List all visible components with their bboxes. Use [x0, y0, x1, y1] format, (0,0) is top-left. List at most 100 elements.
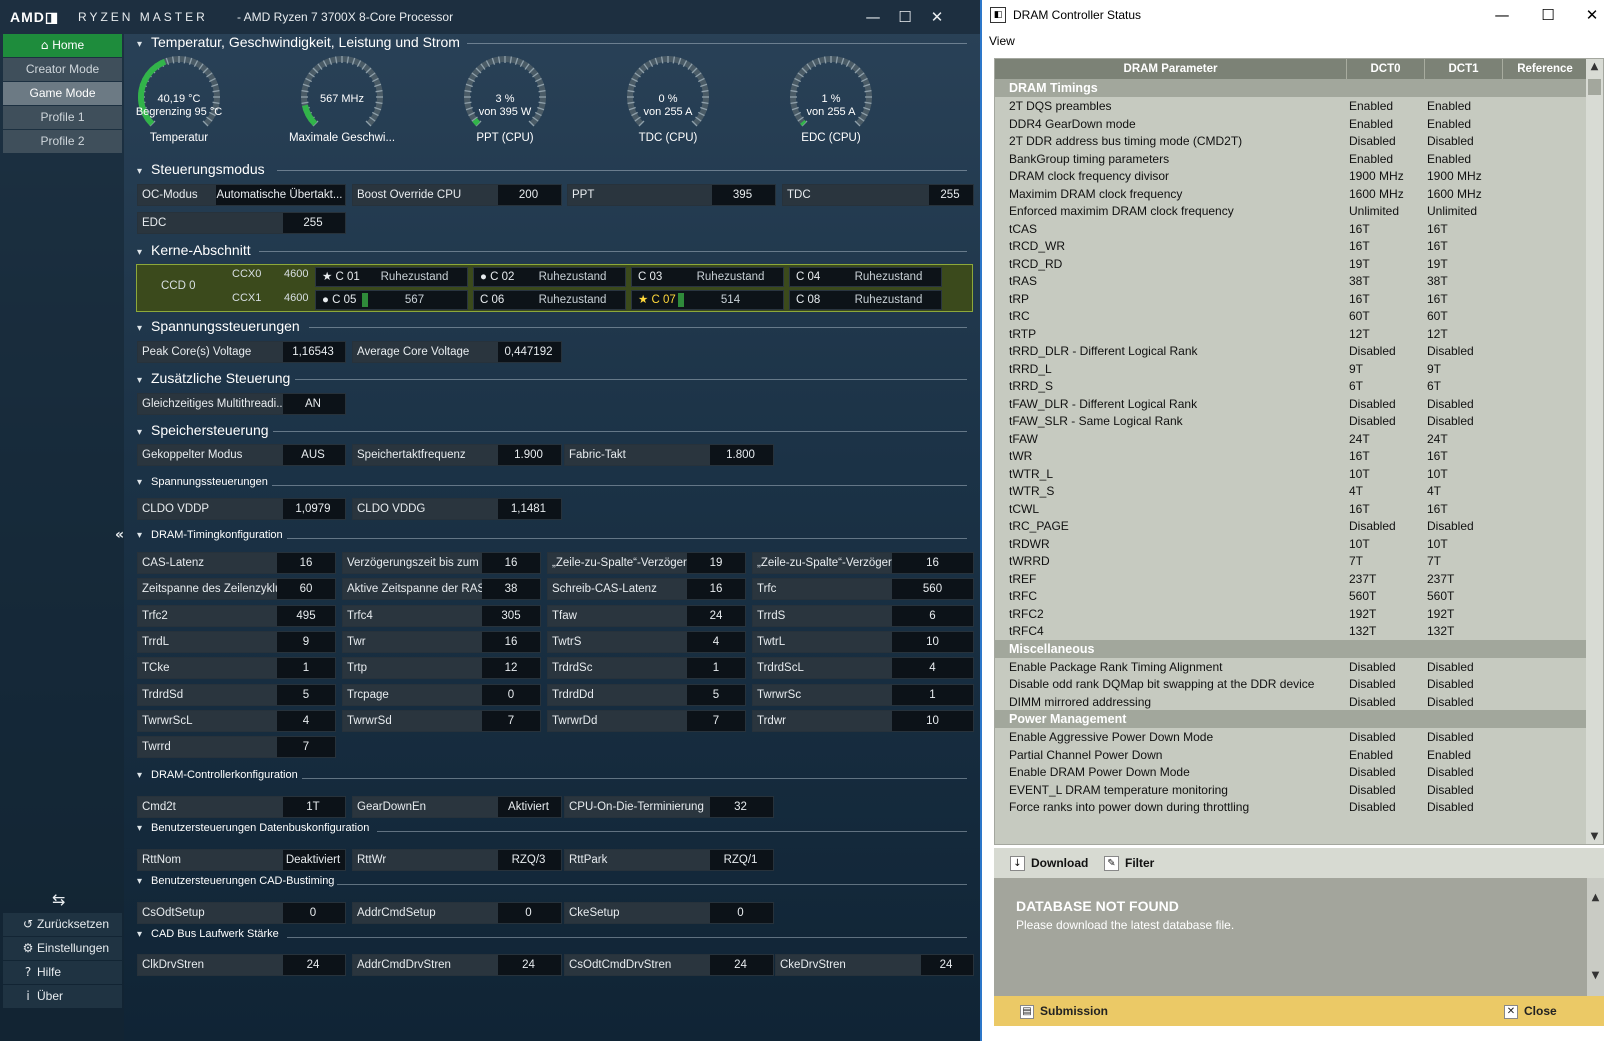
grid-row[interactable]: tCAS 16T 16T [995, 220, 1587, 238]
help-button[interactable]: ? Hilfe [3, 961, 122, 984]
col-dct1[interactable]: DCT1 [1425, 59, 1503, 79]
section-memory[interactable]: ▾ Speichersteuerung [137, 422, 967, 440]
nav-creator-mode[interactable]: Creator Mode [3, 58, 122, 81]
grid-row[interactable]: Partial Channel Power Down Enabled Enabled [995, 746, 1587, 764]
download-button[interactable]: ↓ Download [1010, 848, 1088, 878]
timing-field[interactable]: Tfaw 24 [547, 605, 746, 627]
addrcmdsetup-field[interactable]: AddrCmdSetup 0 [352, 902, 562, 924]
csodtsetup-field[interactable]: CsOdtSetup 0 [137, 902, 346, 924]
grid-row[interactable]: tRAS 38T 38T [995, 272, 1587, 290]
section-voltage[interactable]: ▾ Spannungssteuerungen [137, 318, 967, 336]
timing-field[interactable]: TwtrS 4 [547, 631, 746, 653]
grid-row[interactable]: DRAM clock frequency divisor 1900 MHz 1900… [995, 167, 1587, 185]
timing-field[interactable]: Trfc 560 [752, 578, 974, 600]
maximize-icon[interactable]: ☐ [892, 6, 918, 28]
grid-row[interactable]: tRFC2 192T 192T [995, 605, 1587, 623]
timing-field[interactable]: TwrwrSc 1 [752, 684, 974, 706]
grid-row[interactable]: tCWL 16T 16T [995, 500, 1587, 518]
edc-field[interactable]: EDC 255 [137, 212, 346, 234]
col-reference[interactable]: Reference [1503, 59, 1587, 79]
message-scrollbar[interactable]: ▲ ▼ [1587, 878, 1604, 996]
vddg-field[interactable]: CLDO VDDG 1,1481 [352, 498, 562, 520]
settings-button[interactable]: ⚙ Einstellungen [3, 937, 122, 960]
timing-field[interactable]: Schreib-CAS-Latenz 16 [547, 578, 746, 600]
coupled-mode-field[interactable]: Gekoppelter Modus AUS [137, 444, 346, 466]
grid-row[interactable]: Enable DRAM Power Down Mode Disabled Disab… [995, 763, 1587, 781]
timing-field[interactable]: TrdrdSc 1 [547, 657, 746, 679]
grid-row[interactable]: tWRRD 7T 7T [995, 552, 1587, 570]
smt-field[interactable]: Gleichzeitiges Multithreadi... AN [137, 393, 346, 415]
timing-field[interactable]: TwrwrDd 7 [547, 710, 746, 732]
timing-field[interactable]: TrdrdDd 5 [547, 684, 746, 706]
col-parameter[interactable]: DRAM Parameter [995, 59, 1347, 79]
section-cores[interactable]: ▾ Kerne-Abschnitt [137, 242, 967, 260]
timing-field[interactable]: TwtrL 10 [752, 631, 974, 653]
vddp-field[interactable]: CLDO VDDP 1,0979 [137, 498, 346, 520]
timing-field[interactable]: Verzögerungszeit bis zum ... 16 [342, 552, 541, 574]
csodtcmddrvstren-field[interactable]: CsOdtCmdDrvStren 24 [564, 954, 774, 976]
timing-field[interactable]: TrdrdSd 5 [137, 684, 336, 706]
grid-scrollbar[interactable]: ▲ ▼ [1586, 59, 1603, 844]
timing-field[interactable]: Twr 16 [342, 631, 541, 653]
rttnom-field[interactable]: RttNom Deaktiviert [137, 849, 346, 871]
nav-profile-2[interactable]: Profile 2 [3, 130, 122, 153]
ckesetup-field[interactable]: CkeSetup 0 [564, 902, 774, 924]
core-5[interactable]: ● C 05 567 [315, 290, 468, 310]
timing-field[interactable]: Trdwr 10 [752, 710, 974, 732]
grid-row[interactable]: tRRD_S 6T 6T [995, 377, 1587, 395]
reset-button[interactable]: ↺ Zurücksetzen [3, 913, 122, 936]
timing-field[interactable]: TrrdL 9 [137, 631, 336, 653]
grid-row[interactable]: DIMM mirrored addressing Disabled Disabled [995, 693, 1587, 711]
core-1[interactable]: ★ C 01 Ruhezustand [315, 267, 468, 287]
menu-view[interactable]: View [989, 34, 1015, 48]
clkdrvstren-field[interactable]: ClkDrvStren 24 [137, 954, 346, 976]
timing-field[interactable]: Trfc2 495 [137, 605, 336, 627]
grid-row[interactable]: tWTR_L 10T 10T [995, 465, 1587, 483]
grid-row[interactable]: tREF 237T 237T [995, 570, 1587, 588]
core-3[interactable]: C 03 Ruhezustand [631, 267, 784, 287]
section-mem-voltage[interactable]: ▾ Spannungssteuerungen [137, 476, 967, 494]
core-6[interactable]: C 06 Ruhezustand [473, 290, 626, 310]
timing-field[interactable]: TwrwrSd 7 [342, 710, 541, 732]
timing-field[interactable]: Zeitspanne des Zeilenzyklus 60 [137, 578, 336, 600]
timing-field[interactable]: Trcpage 0 [342, 684, 541, 706]
grid-row[interactable]: tWTR_S 4T 4T [995, 482, 1587, 500]
close-button[interactable]: ✕ Close [1504, 996, 1557, 1026]
collapse-panel-icon[interactable]: « [115, 527, 131, 543]
grid-row[interactable]: tRRD_DLR - Different Logical Rank Disable… [995, 342, 1587, 360]
scroll-up-icon[interactable]: ▲ [1586, 61, 1603, 72]
grid-row[interactable]: Maximim DRAM clock frequency 1600 MHz 1600… [995, 185, 1587, 203]
grid-row[interactable]: tFAW_DLR - Different Logical Rank Disable… [995, 395, 1587, 413]
grid-row[interactable]: tRP 16T 16T [995, 290, 1587, 308]
core-7[interactable]: ★ C 07 514 [631, 290, 784, 310]
scroll-up-icon[interactable]: ▲ [1587, 892, 1604, 903]
timing-field[interactable]: CAS-Latenz 16 [137, 552, 336, 574]
grid-row[interactable]: BankGroup timing parameters Enabled Enable… [995, 150, 1587, 168]
timing-field[interactable]: „Zeile-zu-Spalte“-Verzöger... 16 [752, 552, 974, 574]
nav-home[interactable]: ⌂ Home [3, 34, 122, 57]
grid-row[interactable]: tRFC4 132T 132T [995, 622, 1587, 640]
grid-row[interactable]: 2T DDR address bus timing mode (CMD2T) Di… [995, 132, 1587, 150]
tdc-field[interactable]: TDC 255 [782, 184, 974, 206]
section-additional[interactable]: ▾ Zusätzliche Steuerung [137, 370, 967, 388]
nav-game-mode[interactable]: Game Mode [3, 82, 122, 105]
procodt-field[interactable]: CPU-On-Die-Terminierung 32 [564, 796, 774, 818]
addrcmddrvstren-field[interactable]: AddrCmdDrvStren 24 [352, 954, 562, 976]
timing-field[interactable]: Trtp 12 [342, 657, 541, 679]
grid-row[interactable]: tRCD_RD 19T 19T [995, 255, 1587, 273]
core-2[interactable]: ● C 02 Ruhezustand [473, 267, 626, 287]
timing-field[interactable]: Trfc4 305 [342, 605, 541, 627]
core-8[interactable]: C 08 Ruhezustand [789, 290, 942, 310]
oc-mode-field[interactable]: OC-Modus Automatische Übertakt... [137, 184, 346, 206]
grid-row[interactable]: DDR4 GearDown mode Enabled Enabled [995, 115, 1587, 133]
memory-clock-field[interactable]: Speichertaktfrequenz 1.900 [352, 444, 562, 466]
grid-row[interactable]: Force ranks into power down during throt… [995, 798, 1587, 816]
cmd2t-field[interactable]: Cmd2t 1T [137, 796, 346, 818]
compare-icon[interactable]: ⇆ [52, 890, 65, 909]
geardown-field[interactable]: GearDownEn Aktiviert [352, 796, 562, 818]
section-cad-drive[interactable]: ▾ CAD Bus Laufwerk Stärke [137, 928, 967, 946]
close-icon[interactable]: ✕ [1572, 4, 1612, 26]
col-dct0[interactable]: DCT0 [1347, 59, 1425, 79]
section-temperature[interactable]: ▾ Temperatur, Geschwindigkeit, Leistung u… [137, 34, 967, 52]
rttpark-field[interactable]: RttPark RZQ/1 [564, 849, 774, 871]
